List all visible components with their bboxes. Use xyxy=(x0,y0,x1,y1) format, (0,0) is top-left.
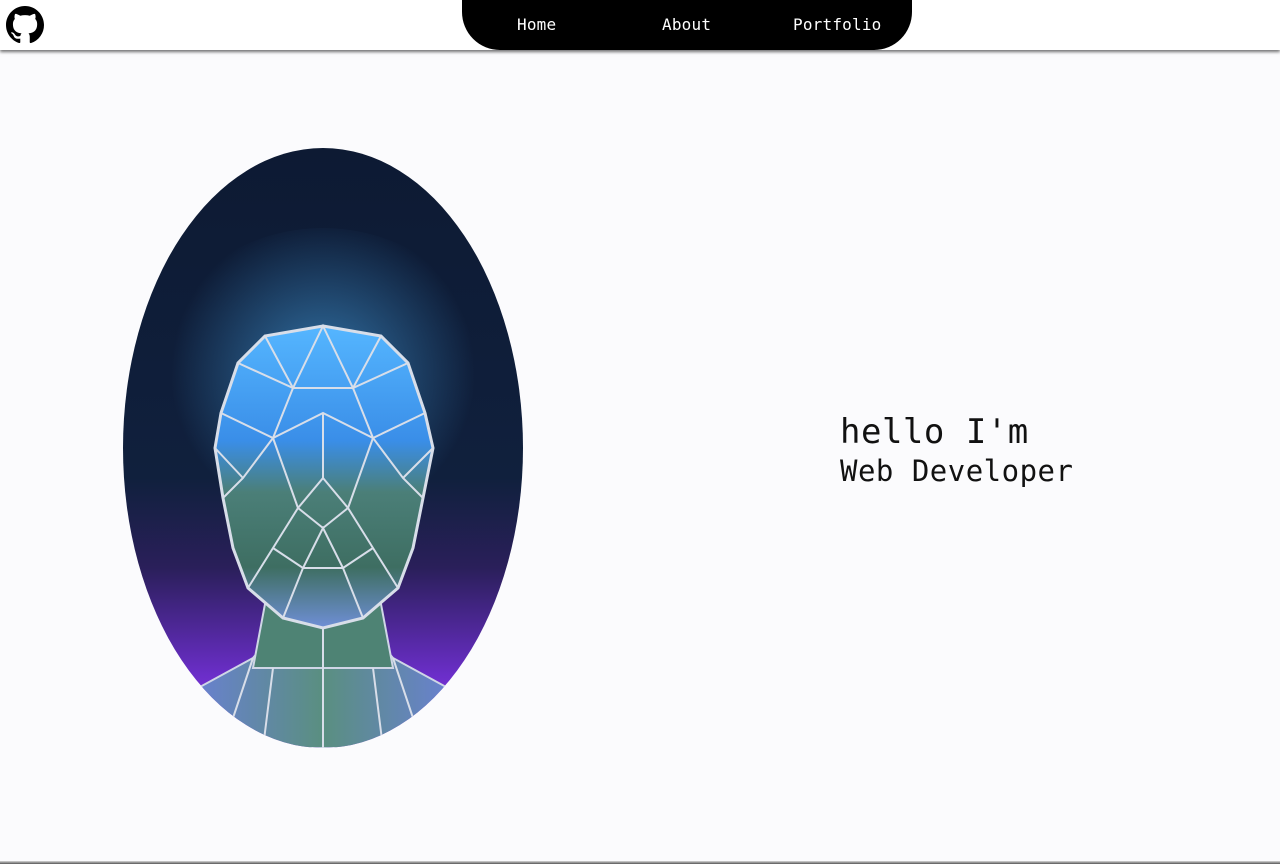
role-text: Web Developer xyxy=(840,454,1074,488)
intro-text: hello I'm Web Developer xyxy=(840,412,1073,490)
hero-portrait-image xyxy=(123,148,523,748)
github-icon[interactable] xyxy=(6,6,44,44)
nav-portfolio[interactable]: Portfolio xyxy=(793,15,882,35)
nav-home[interactable]: Home xyxy=(517,15,556,35)
main-nav: Home About Portfolio xyxy=(462,0,912,50)
page: Home About Portfolio hello I'm Web Devel… xyxy=(0,0,1280,864)
greeting-text: hello I'm xyxy=(840,412,1029,452)
nav-about[interactable]: About xyxy=(662,15,711,35)
